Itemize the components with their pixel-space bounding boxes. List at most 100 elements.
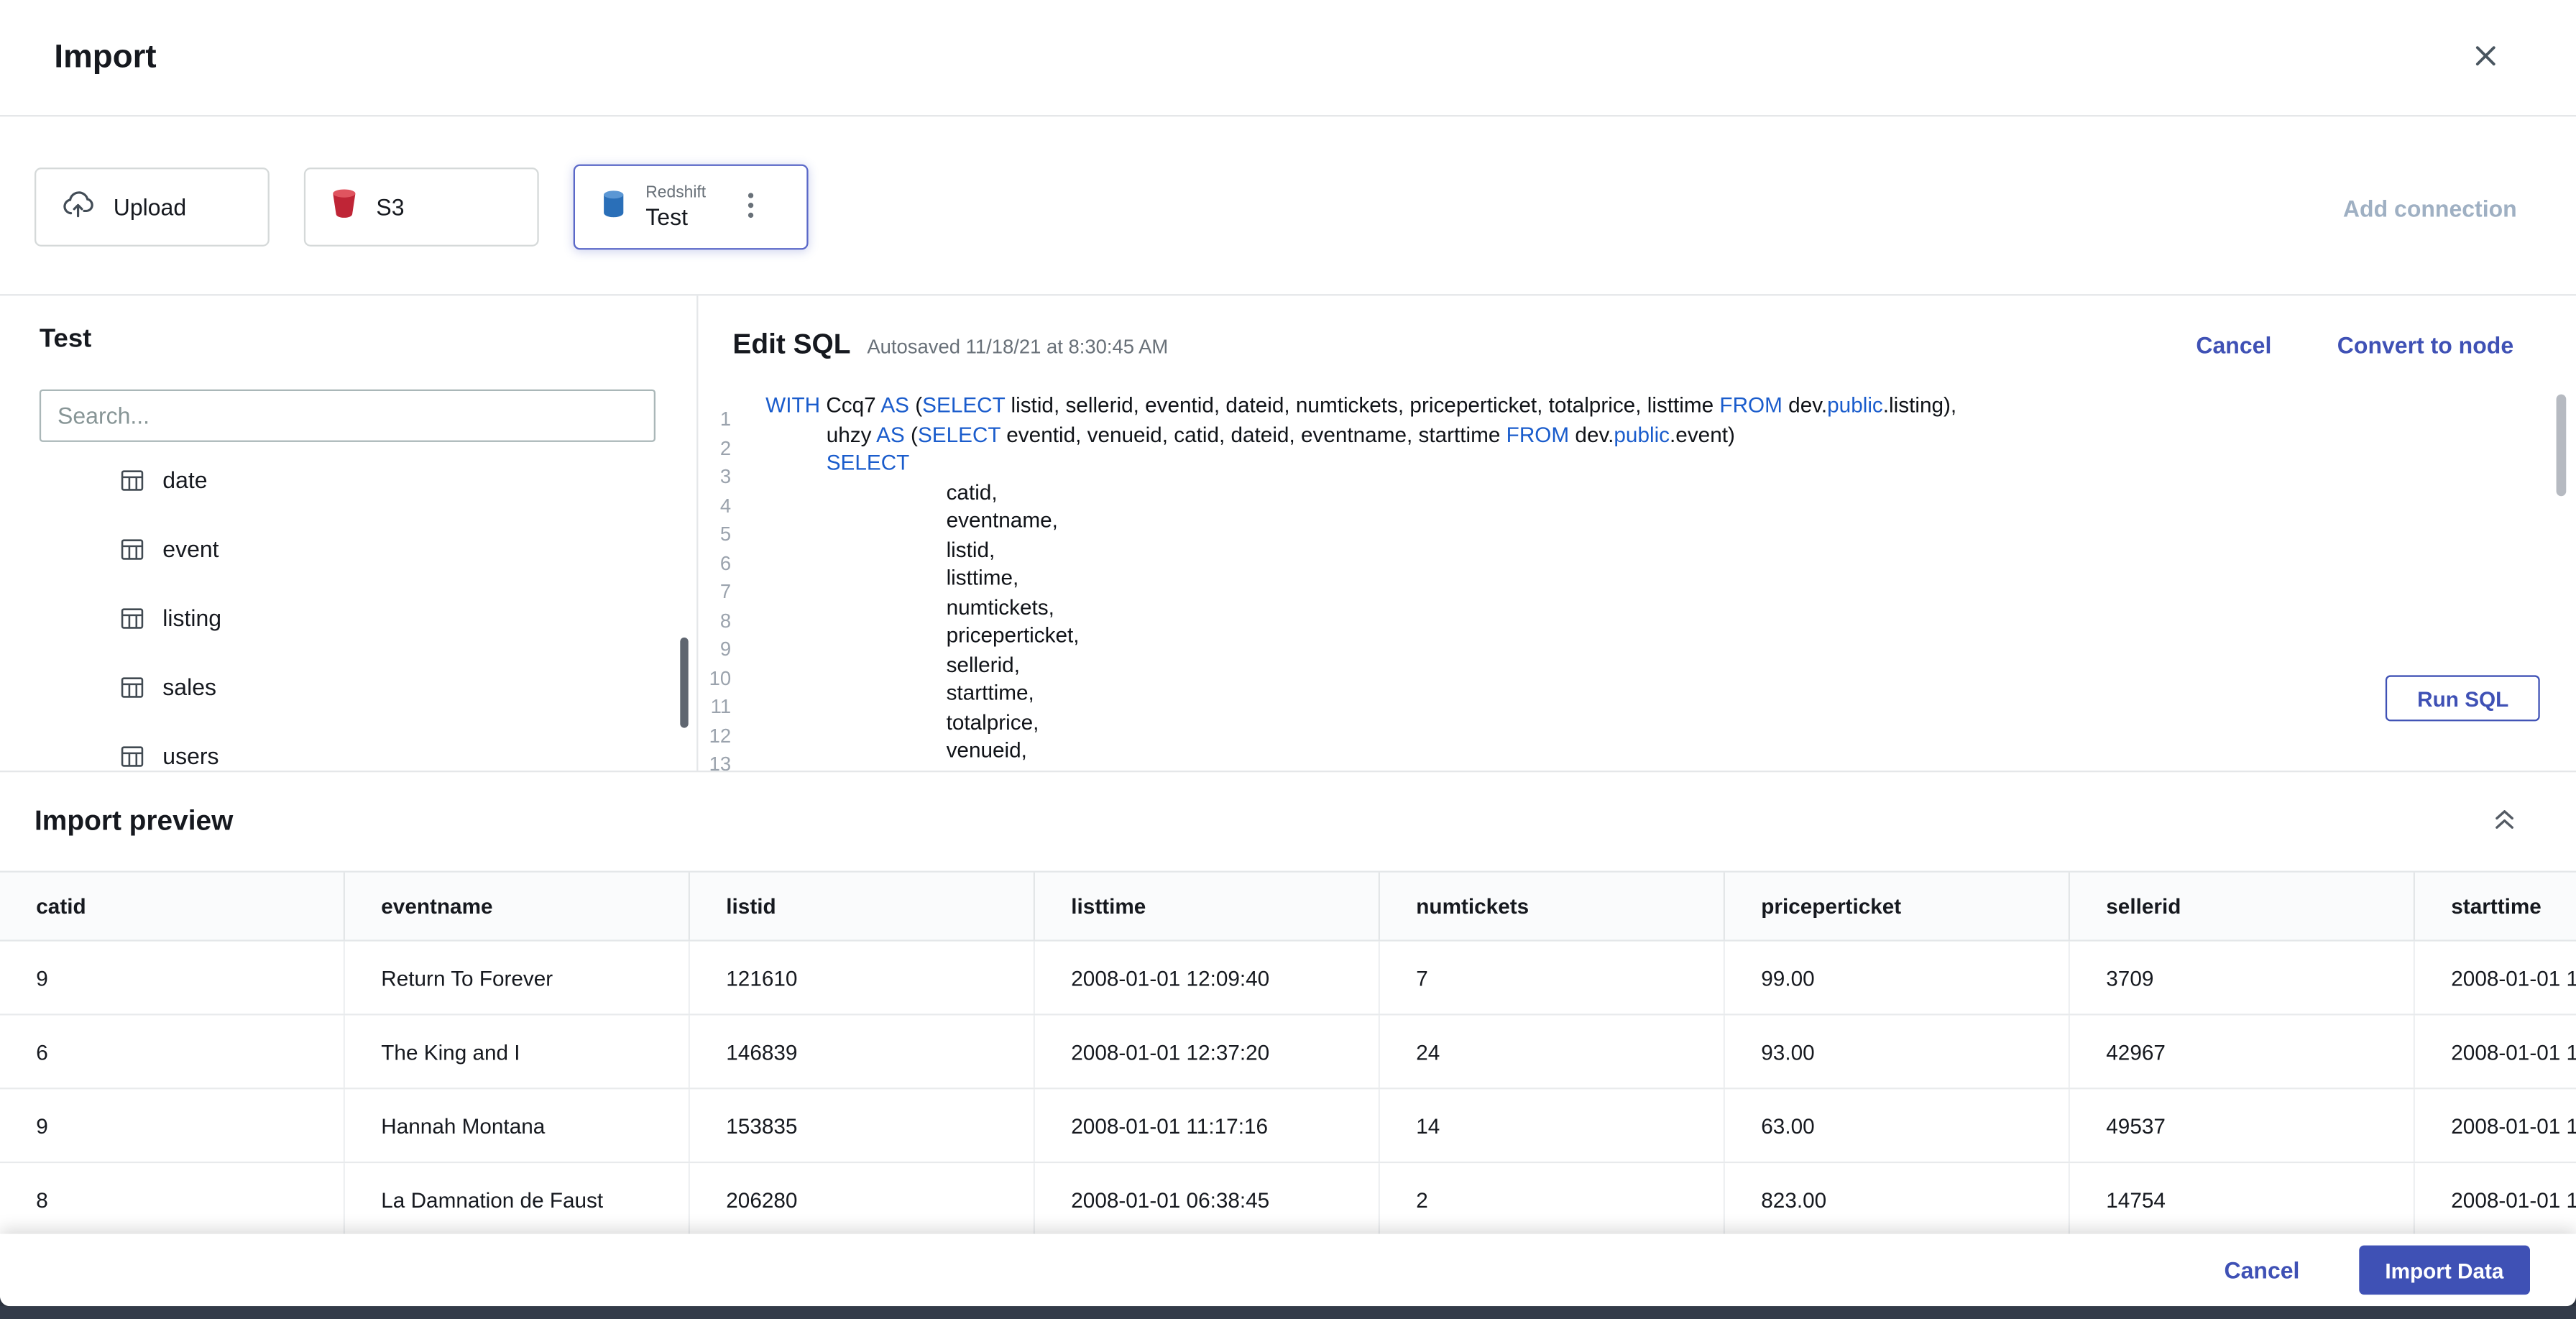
table-cell: 63.00 xyxy=(1725,1089,2071,1162)
table-list-item[interactable]: listing xyxy=(0,583,684,652)
import-preview-section: Import preview catid eventname listid listt… xyxy=(0,772,2576,1234)
line-number: 13 xyxy=(709,752,732,771)
sql-code-line[interactable]: priceperticket, xyxy=(765,621,2576,650)
screen: Import Upload S3 Redshift Test Add conne… xyxy=(0,0,2576,1319)
redshift-name-label: Test xyxy=(645,203,689,230)
search-input[interactable] xyxy=(39,389,656,442)
line-number: 3 xyxy=(719,464,732,488)
sql-code-line[interactable]: uhzy AS (SELECT eventid, venueid, catid,… xyxy=(765,420,2576,449)
collapse-preview-button[interactable] xyxy=(2492,807,2516,835)
table-cell: 2008-01-01 06:38:45 xyxy=(1035,1163,1381,1234)
table-cell: 42967 xyxy=(2070,1015,2416,1088)
column-header: listtime xyxy=(1035,872,1381,940)
table-cell: 14 xyxy=(1380,1089,1725,1162)
redshift-database-icon xyxy=(599,186,627,227)
table-cell: 2008-01-01 1 xyxy=(2415,1163,2576,1233)
table-cell: 9 xyxy=(0,1089,346,1162)
table-icon xyxy=(120,674,144,699)
table-cell: 7 xyxy=(1380,941,1725,1014)
column-header: numtickets xyxy=(1380,872,1725,940)
sql-code-line[interactable]: sellerid, xyxy=(765,650,2576,679)
connection-card-s3[interactable]: S3 xyxy=(303,167,539,247)
table-list-item[interactable]: date xyxy=(0,445,684,514)
upload-label: Upload xyxy=(113,193,187,221)
run-sql-button[interactable]: Run SQL xyxy=(2386,675,2540,722)
column-header: priceperticket xyxy=(1725,872,2071,940)
table-cell: La Damnation de Faust xyxy=(345,1163,691,1234)
cancel-button[interactable]: Cancel xyxy=(2225,1257,2300,1284)
table-icon xyxy=(120,467,144,492)
line-number: 11 xyxy=(710,694,732,718)
sql-code[interactable]: WITH Ccq7 AS (SELECT listid, sellerid, e… xyxy=(731,391,2576,771)
table-list-item[interactable]: event xyxy=(0,514,684,583)
s3-bucket-icon xyxy=(330,188,358,227)
convert-to-node-link[interactable]: Convert to node xyxy=(2337,332,2513,359)
sql-editor-actions: Cancel Convert to node xyxy=(2196,332,2513,359)
table-cell: Hannah Montana xyxy=(345,1089,691,1162)
table-row: 9 Hannah Montana 153835 2008-01-01 11:17:16… xyxy=(0,1089,2576,1164)
preview-body: 9 Return To Forever 121610 2008-01-01 12:09… xyxy=(0,941,2576,1234)
table-icon xyxy=(120,536,144,561)
line-number: 10 xyxy=(709,666,732,689)
close-button[interactable] xyxy=(2461,33,2511,83)
table-name: date xyxy=(162,467,208,493)
table-cell: 2008-01-01 12:37:20 xyxy=(1035,1015,1381,1088)
sql-code-line[interactable]: numtickets, xyxy=(765,592,2576,621)
connection-options-button[interactable] xyxy=(747,191,753,222)
table-list: date event listing sales users xyxy=(0,445,684,771)
table-cell: 2008-01-01 12:09:40 xyxy=(1035,941,1381,1014)
sql-code-line[interactable]: starttime, xyxy=(765,679,2576,707)
sql-editor-scrollbar[interactable] xyxy=(2556,394,2567,497)
table-cell: The King and I xyxy=(345,1015,691,1088)
kebab-menu-icon xyxy=(747,191,753,222)
table-list-item[interactable]: sales xyxy=(0,652,684,721)
sql-code-editor[interactable]: 1 2 3 4 5 6 7 8 9 10 11 12 13 WITH Ccq7 AS (SELECT l… xyxy=(698,391,2576,771)
table-name: listing xyxy=(162,605,222,631)
table-cell: 2008-01-01 1 xyxy=(2415,942,2576,1014)
sql-code-line[interactable]: listid, xyxy=(765,535,2576,564)
sql-code-line[interactable]: totalprice, xyxy=(765,707,2576,736)
import-data-button[interactable]: Import Data xyxy=(2358,1245,2531,1295)
table-row: 6 The King and I 146839 2008-01-01 12:37:20… xyxy=(0,1015,2576,1090)
line-number: 8 xyxy=(719,608,732,632)
table-cell: 2008-01-01 1 xyxy=(2415,1089,2576,1162)
line-number: 7 xyxy=(719,579,732,603)
workspace: Test date event listing sales users Edit SQL… xyxy=(0,295,2576,773)
line-number-gutter: 1 2 3 4 5 6 7 8 9 10 11 12 13 xyxy=(698,391,732,771)
redshift-type-label: Redshift xyxy=(645,184,707,203)
sql-code-line[interactable]: SELECT xyxy=(765,449,2576,477)
table-icon xyxy=(120,605,144,630)
connection-card-redshift[interactable]: Redshift Test xyxy=(573,164,809,250)
add-connection-link[interactable]: Add connection xyxy=(2343,196,2517,222)
sql-code-line[interactable]: catid, xyxy=(765,477,2576,506)
table-cell: 8 xyxy=(0,1163,346,1234)
page-title: Import xyxy=(54,38,157,75)
sql-code-line[interactable]: venueid, xyxy=(765,736,2576,765)
table-row: 9 Return To Forever 121610 2008-01-01 12:09… xyxy=(0,941,2576,1016)
table-cell: 14754 xyxy=(2070,1163,2416,1234)
sql-code-line[interactable]: eventname, xyxy=(765,506,2576,535)
cloud-upload-icon xyxy=(61,188,96,226)
table-cell: 3709 xyxy=(2070,941,2416,1014)
table-cell: 6 xyxy=(0,1015,346,1088)
table-cell: 823.00 xyxy=(1725,1163,2071,1234)
table-cell: 24 xyxy=(1380,1015,1725,1088)
table-icon xyxy=(120,743,144,768)
dialog-footer: Cancel Import Data xyxy=(0,1233,2576,1307)
dialog-header: Import xyxy=(0,0,2576,117)
column-header: sellerid xyxy=(2070,872,2416,940)
sql-code-line[interactable]: WITH Ccq7 AS (SELECT listid, sellerid, e… xyxy=(765,391,2576,420)
preview-table: catid eventname listid listtime numtickets pr… xyxy=(0,870,2576,1234)
sidebar-scrollbar[interactable] xyxy=(680,637,689,728)
table-list-item[interactable]: users xyxy=(0,721,684,771)
close-icon xyxy=(2472,42,2499,73)
connection-source-row: Upload S3 Redshift Test Add connection xyxy=(0,116,2576,296)
table-cell: 2008-01-01 1 xyxy=(2415,1016,2576,1088)
import-dialog: Import Upload S3 Redshift Test Add conne… xyxy=(0,0,2576,1307)
sql-editor-panel: Edit SQL Autosaved 11/18/21 at 8:30:45 A… xyxy=(698,295,2576,771)
connection-card-upload[interactable]: Upload xyxy=(34,167,270,247)
sql-code-line[interactable]: listtime, xyxy=(765,564,2576,592)
line-number: 5 xyxy=(719,522,732,546)
table-cell: 153835 xyxy=(690,1089,1036,1162)
cancel-sql-link[interactable]: Cancel xyxy=(2196,332,2271,359)
